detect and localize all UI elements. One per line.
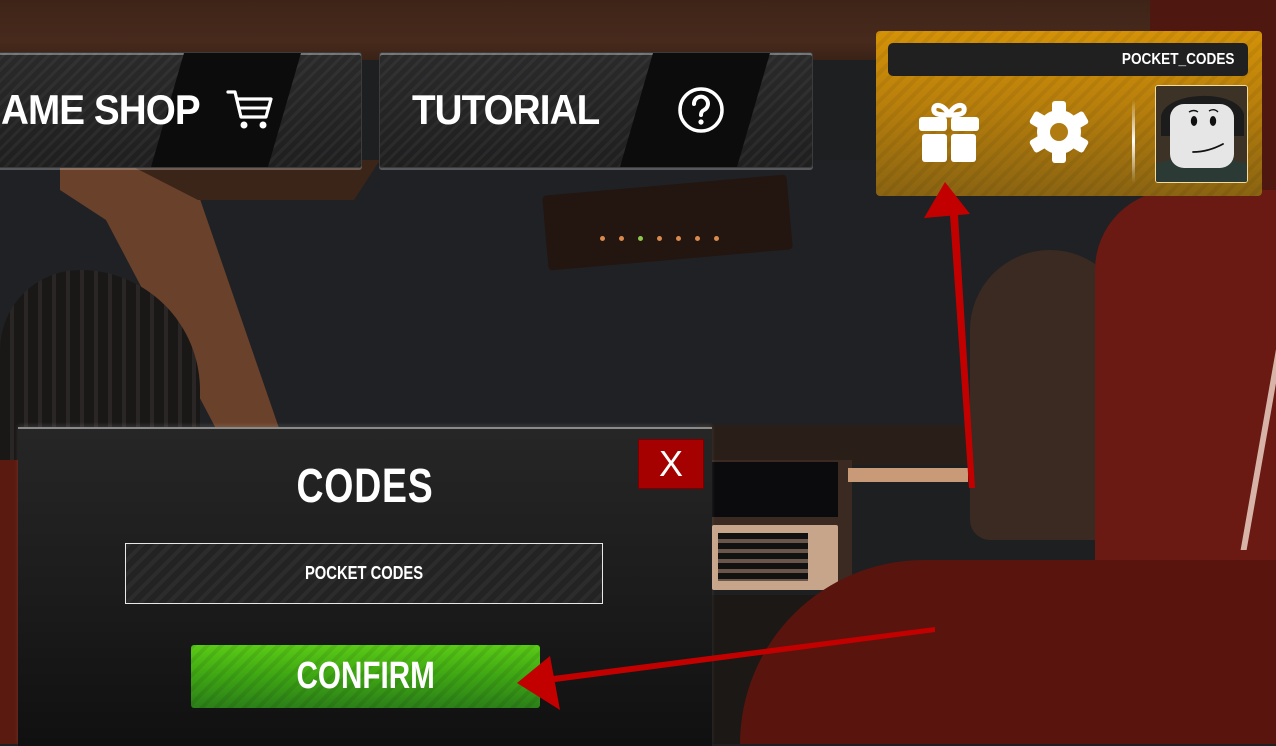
infotainment-screen <box>712 462 838 517</box>
shopping-cart-icon <box>226 90 273 129</box>
avatar[interactable] <box>1155 85 1248 183</box>
tutorial-label: TUTORIAL <box>412 86 600 133</box>
code-input[interactable]: POCKET CODES <box>125 543 603 604</box>
close-icon: X <box>658 443 683 484</box>
close-button[interactable]: X <box>638 439 704 489</box>
username: POCKET_CODES <box>1121 51 1234 68</box>
confirm-button[interactable]: CONFIRM <box>191 645 540 708</box>
game-shop-button[interactable]: AME SHOP <box>0 52 362 168</box>
air-vent-slots <box>718 533 808 581</box>
profile-panel: POCKET_CODES <box>876 31 1262 196</box>
dashboard-trim <box>848 468 968 482</box>
panel-divider <box>1132 99 1135 183</box>
confirm-label: CONFIRM <box>296 655 435 697</box>
dashboard <box>700 425 980 465</box>
code-input-value: POCKET CODES <box>304 563 424 583</box>
username-bar: POCKET_CODES <box>888 43 1248 76</box>
mirror-indicator-lights <box>600 236 719 241</box>
modal-title: CODES <box>296 460 434 513</box>
question-circle-icon <box>678 87 724 133</box>
avatar-face-icon <box>1156 86 1247 182</box>
left-seat-edge <box>0 460 20 744</box>
gift-icon[interactable] <box>916 99 982 165</box>
codes-modal: CODES X POCKET CODES CONFIRM <box>18 427 712 746</box>
game-shop-label: AME SHOP <box>1 86 201 133</box>
gear-icon[interactable] <box>1028 99 1090 165</box>
tutorial-button[interactable]: TUTORIAL <box>379 52 813 168</box>
